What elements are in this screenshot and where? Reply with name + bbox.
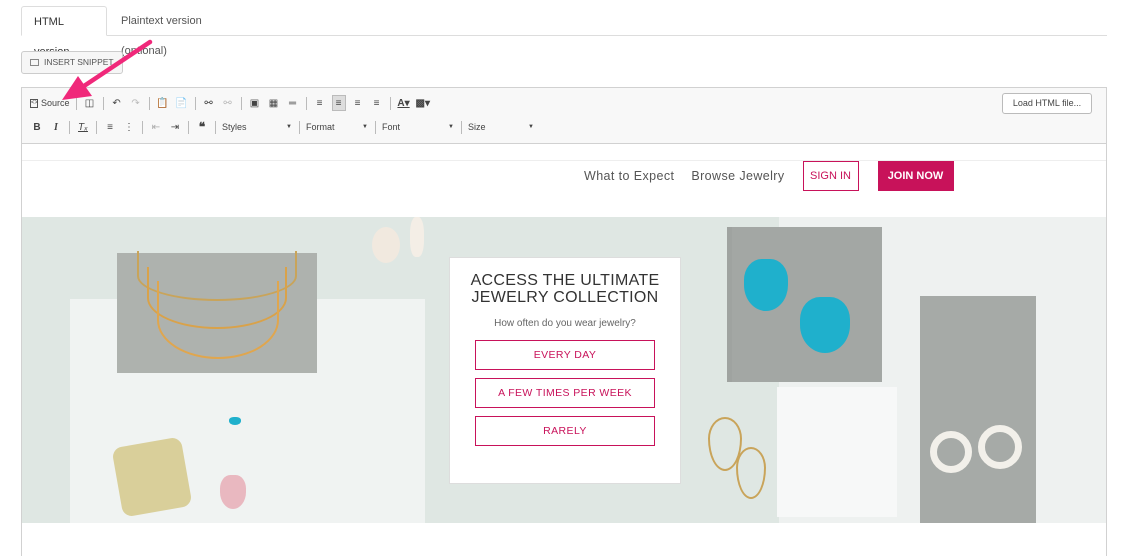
editor-tabs: HTML version Plaintext version (optional…	[21, 6, 1107, 58]
source-button[interactable]: <> Source	[30, 95, 70, 111]
html-editor: <> Source ◫ ↶ ↷ 📋 📄 ⚯ ⚯ ▣ ▦ ═ ≡ ≡ ≡ ≡ A▾ …	[21, 87, 1107, 556]
chevron-down-icon: ▼	[286, 124, 292, 130]
white-hoop-earring	[930, 431, 972, 473]
chevron-down-icon: ▼	[528, 124, 534, 130]
toolbar-row-1: <> Source ◫ ↶ ↷ 📋 📄 ⚯ ⚯ ▣ ▦ ═ ≡ ≡ ≡ ≡ A▾ …	[30, 94, 435, 112]
pearl-earring	[372, 227, 400, 263]
format-label: Format	[306, 122, 335, 132]
white-hoop-earring	[978, 425, 1022, 469]
nav-browse-jewelry[interactable]: Browse Jewelry	[691, 169, 784, 183]
font-dropdown[interactable]: Font ▼	[382, 122, 454, 132]
toolbar-separator	[102, 96, 104, 110]
toolbar-separator	[461, 120, 462, 134]
blockquote-icon[interactable]: ❝	[195, 119, 209, 135]
align-center-icon[interactable]: ≡	[331, 95, 346, 111]
format-dropdown[interactable]: Format ▼	[306, 122, 368, 132]
toolbar-separator	[142, 120, 143, 134]
toolbar-separator	[194, 96, 196, 110]
snippet-icon	[30, 59, 39, 66]
bold-icon[interactable]: B	[30, 119, 44, 135]
toolbar-separator	[375, 120, 376, 134]
toolbar-separator	[148, 96, 150, 110]
undo-icon[interactable]: ↶	[110, 95, 124, 111]
turquoise-earring	[744, 259, 788, 311]
editor-toolbar: <> Source ◫ ↶ ↷ 📋 📄 ⚯ ⚯ ▣ ▦ ═ ≡ ≡ ≡ ≡ A▾ …	[22, 88, 1106, 144]
remove-format-icon[interactable]: Tₓ	[76, 119, 90, 135]
font-label: Font	[382, 122, 401, 132]
toolbar-row-2: B I Tₓ ≡ ⋮ ⇤ ⇥ ❝ Styles ▼ Format ▼ Font ▼ S…	[30, 118, 540, 136]
toolbar-separator	[75, 96, 77, 110]
align-right-icon[interactable]: ≡	[351, 95, 365, 111]
chevron-down-icon: ▼	[362, 124, 368, 130]
white-block-bottom	[777, 387, 897, 517]
card-title-line-1: ACCESS THE ULTIMATE	[470, 272, 660, 289]
gold-cuff-bracelet	[111, 436, 193, 518]
horizontal-line-icon[interactable]: ═	[286, 95, 300, 111]
source-label: Source	[41, 98, 70, 108]
italic-icon[interactable]: I	[49, 119, 63, 135]
toolbar-separator	[305, 96, 307, 110]
paste-icon[interactable]: 📋	[156, 95, 170, 111]
unlink-icon[interactable]: ⚯	[221, 95, 235, 111]
size-label: Size	[468, 122, 486, 132]
load-html-file-button[interactable]: Load HTML file...	[1002, 93, 1092, 114]
outdent-icon[interactable]: ⇤	[149, 119, 163, 135]
nav-what-to-expect[interactable]: What to Expect	[584, 169, 674, 183]
insert-snippet-button[interactable]: INSERT SNIPPET	[21, 51, 123, 74]
pearl-earring	[410, 217, 424, 257]
card-title: ACCESS THE ULTIMATE JEWELRY COLLECTION	[450, 272, 680, 306]
hero-banner: ACCESS THE ULTIMATE JEWELRY COLLECTION H…	[22, 217, 1106, 523]
toolbar-separator	[69, 120, 70, 134]
table-icon[interactable]: ▦	[267, 95, 281, 111]
tab-html-version[interactable]: HTML version	[21, 6, 107, 58]
turquoise-charm	[229, 417, 241, 425]
bulleted-list-icon[interactable]: ⋮	[122, 119, 136, 135]
styles-label: Styles	[222, 122, 247, 132]
toolbar-separator	[389, 96, 391, 110]
numbered-list-icon[interactable]: ≡	[103, 119, 117, 135]
toolbar-separator	[299, 120, 300, 134]
styles-dropdown[interactable]: Styles ▼	[222, 122, 292, 132]
join-now-button[interactable]: JOIN NOW	[877, 161, 954, 191]
paste-text-icon[interactable]: 📄	[175, 95, 189, 111]
sign-in-button[interactable]: SIGN IN	[802, 161, 859, 191]
card-title-line-2: JEWELRY COLLECTION	[471, 289, 659, 306]
insert-snippet-label: INSERT SNIPPET	[44, 57, 114, 67]
card-question: How often do you wear jewelry?	[494, 318, 636, 329]
grey-block-far-right	[920, 296, 1036, 523]
pink-pendant	[220, 475, 246, 509]
size-dropdown[interactable]: Size ▼	[468, 122, 534, 132]
align-left-icon[interactable]: ≡	[313, 95, 327, 111]
link-icon[interactable]: ⚯	[202, 95, 216, 111]
chevron-down-icon: ▼	[448, 124, 454, 130]
site-nav: What to Expect Browse Jewelry SIGN IN JO…	[584, 161, 954, 191]
text-color-icon[interactable]: A▾	[397, 95, 411, 111]
option-rarely-button[interactable]: RARELY	[475, 416, 655, 446]
toolbar-separator	[96, 120, 97, 134]
quiz-card: ACCESS THE ULTIMATE JEWELRY COLLECTION H…	[449, 257, 681, 484]
toolbar-separator	[188, 120, 189, 134]
redo-icon[interactable]: ↷	[129, 95, 143, 111]
toolbar-separator	[215, 120, 216, 134]
toolbar-separator	[240, 96, 242, 110]
background-color-icon[interactable]: ▩▾	[416, 95, 430, 111]
align-justify-icon[interactable]: ≡	[370, 95, 384, 111]
turquoise-earring	[800, 297, 850, 353]
source-icon: <>	[30, 98, 39, 108]
indent-icon[interactable]: ⇥	[168, 119, 182, 135]
necklace-chain	[157, 281, 279, 359]
option-every-day-button[interactable]: EVERY DAY	[475, 340, 655, 370]
option-few-times-week-button[interactable]: A FEW TIMES PER WEEK	[475, 378, 655, 408]
image-icon[interactable]: ▣	[248, 95, 262, 111]
preview-icon[interactable]: ◫	[83, 95, 97, 111]
gold-teardrop-earring	[736, 447, 766, 499]
editor-content-area[interactable]: What to Expect Browse Jewelry SIGN IN JO…	[22, 144, 1106, 556]
tab-plaintext-version[interactable]: Plaintext version (optional)	[109, 6, 259, 57]
